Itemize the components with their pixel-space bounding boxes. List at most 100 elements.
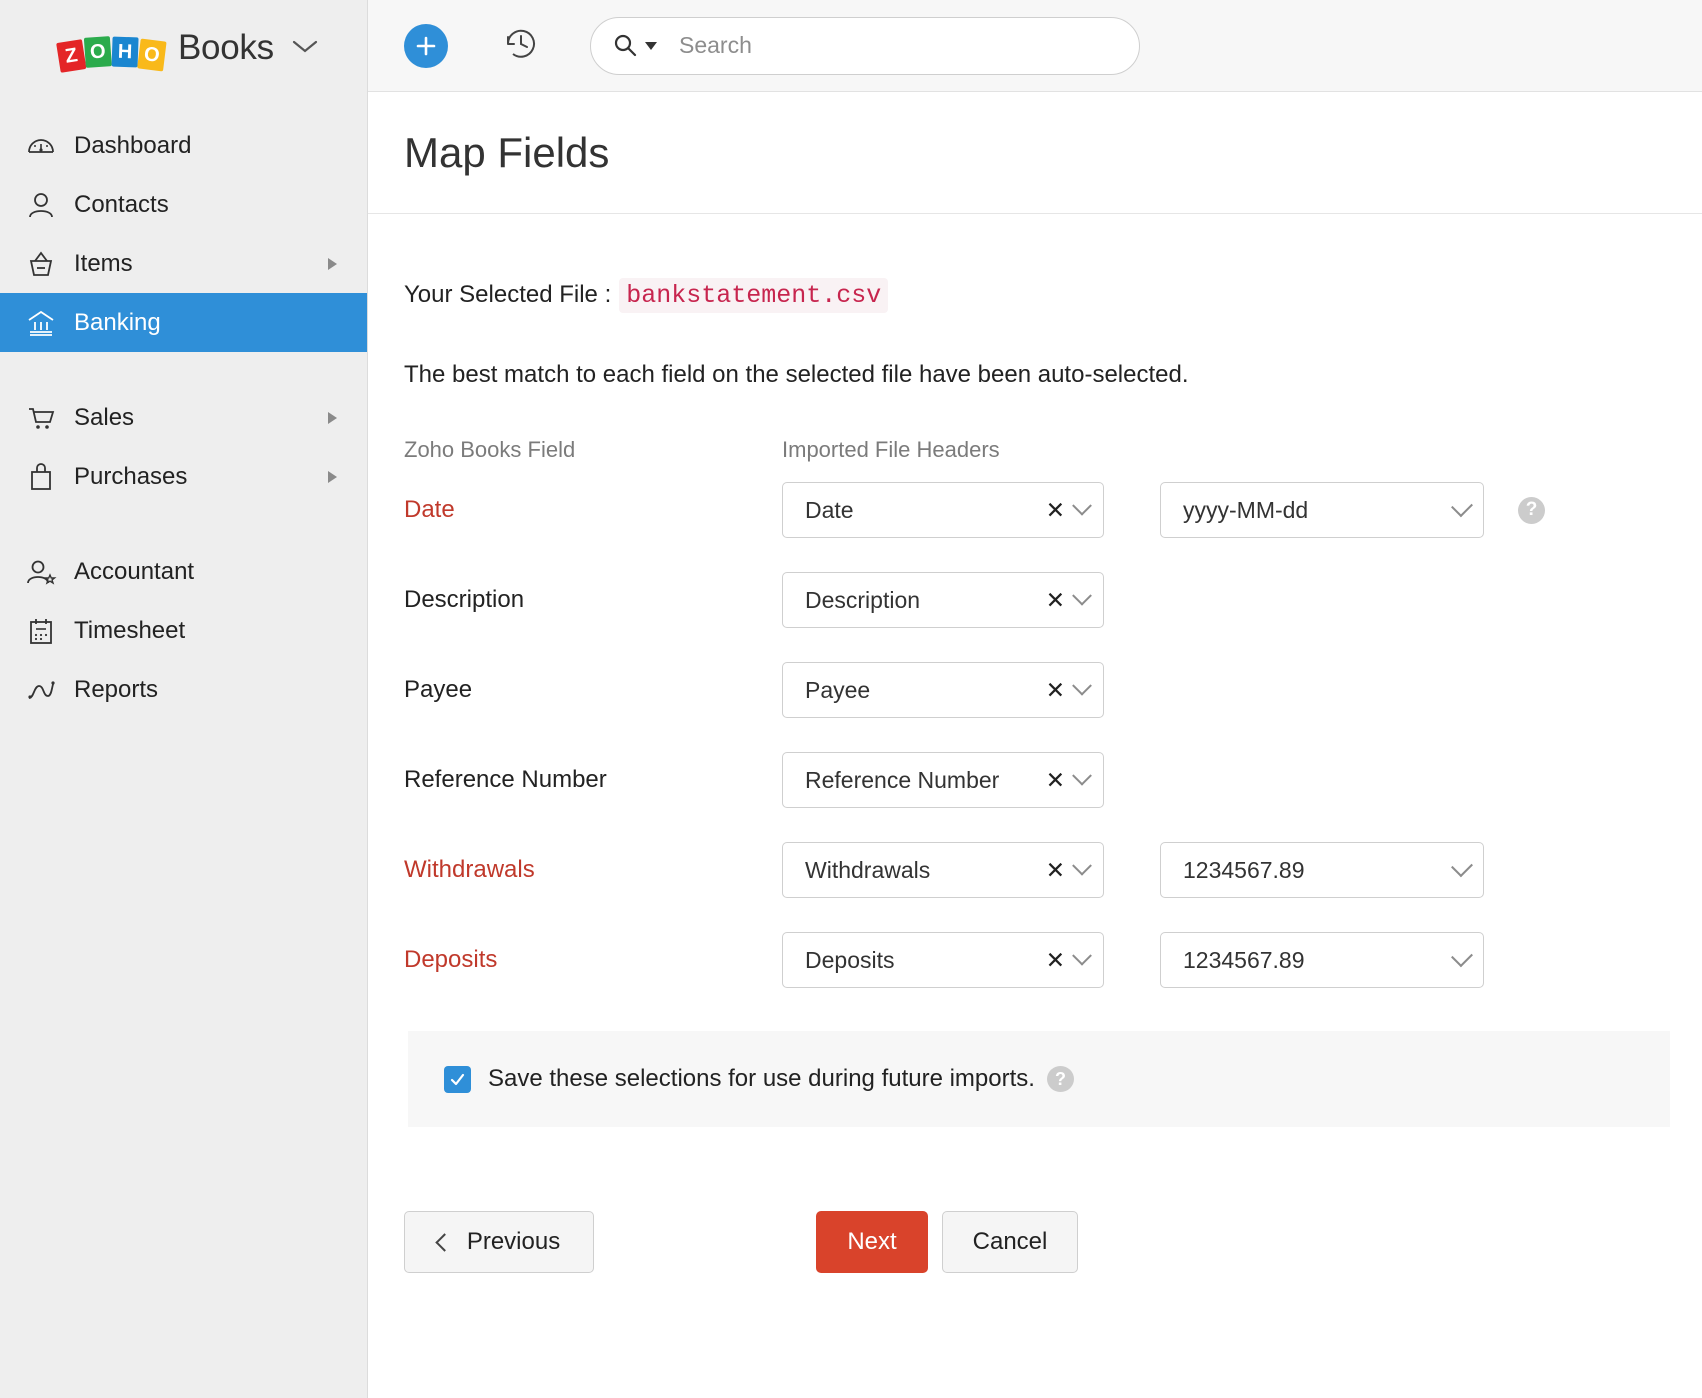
calendar-icon [24,614,58,648]
field-label: Date [404,496,455,523]
person-star-icon [24,555,58,589]
header-select-value: Withdrawals [805,857,1046,884]
mapping-row-description: Description Description ✕ [404,557,1702,643]
bag-icon [24,460,58,494]
mapping-row-date: Date Date ✕ yyyy-MM-dd ? [404,467,1702,553]
sidebar-item-label: Items [74,250,133,278]
close-x-icon[interactable]: ✕ [1046,589,1065,612]
selected-file-line: Your Selected File : bankstatement.csv [404,278,1702,313]
header-select-value: Deposits [805,947,1046,974]
sidebar-item-timesheet[interactable]: Timesheet [0,601,367,660]
sidebar-divider-gap-2 [0,506,367,542]
sidebar-item-purchases[interactable]: Purchases [0,447,367,506]
previous-button-label: Previous [467,1228,560,1256]
global-search[interactable] [590,17,1140,75]
previous-button[interactable]: Previous [404,1211,594,1273]
chevron-down-icon [1072,766,1092,786]
page-header: Map Fields [368,92,1702,214]
sidebar-item-items[interactable]: Items [0,234,367,293]
brand-name: Books [178,28,274,68]
column-header-zoho-field: Zoho Books Field [404,437,782,463]
chevron-right-icon [328,471,337,483]
chart-line-icon [24,673,58,707]
sidebar-item-reports[interactable]: Reports [0,660,367,719]
format-select-value: yyyy-MM-dd [1183,497,1455,524]
help-circle-icon[interactable]: ? [1047,1066,1074,1092]
header-select-description[interactable]: Description ✕ [782,572,1104,628]
save-selections-checkbox[interactable] [444,1066,471,1093]
sidebar-item-accountant[interactable]: Accountant [0,542,367,601]
caret-down-icon[interactable] [645,42,657,50]
field-label: Payee [404,676,472,703]
format-select-value: 1234567.89 [1183,947,1455,974]
sidebar-item-contacts[interactable]: Contacts [0,175,367,234]
save-selections-band: Save these selections for use during fut… [408,1031,1670,1127]
sidebar-item-label: Reports [74,676,158,704]
sidebar-item-label: Purchases [74,463,187,491]
header-select-value: Payee [805,677,1046,704]
header-select-reference-number[interactable]: Reference Number ✕ [782,752,1104,808]
next-button[interactable]: Next [816,1211,928,1273]
header-select-date[interactable]: Date ✕ [782,482,1104,538]
format-select-withdrawals[interactable]: 1234567.89 [1160,842,1484,898]
close-x-icon[interactable]: ✕ [1046,769,1065,792]
selected-file-label: Your Selected File : [404,281,611,309]
cart-icon [24,401,58,435]
close-x-icon[interactable]: ✕ [1046,949,1065,972]
cancel-button[interactable]: Cancel [942,1211,1078,1273]
zoho-logo-block-z: Z [56,39,86,73]
clock-history-icon [500,22,542,69]
chevron-down-icon [1072,496,1092,516]
field-label: Withdrawals [404,856,535,883]
sidebar-item-label: Contacts [74,191,169,219]
header-select-payee[interactable]: Payee ✕ [782,662,1104,718]
page-title: Map Fields [404,129,609,177]
sidebar-divider-gap [0,352,367,388]
zoho-logo-block-o2: O [137,39,166,72]
sidebar-item-label: Dashboard [74,132,191,160]
instruction-text: The best match to each field on the sele… [404,361,1702,389]
sidebar-item-banking[interactable]: Banking [0,293,367,352]
brand-logo[interactable]: Z O H O Books [0,0,367,96]
header-select-value: Date [805,497,1046,524]
chevron-down-icon [1072,856,1092,876]
help-circle-icon[interactable]: ? [1518,497,1545,524]
close-x-icon[interactable]: ✕ [1046,499,1065,522]
add-new-button[interactable] [404,24,448,68]
sidebar-item-label: Sales [74,404,134,432]
sidebar-item-dashboard[interactable]: Dashboard [0,116,367,175]
field-label: Reference Number [404,766,607,793]
chevron-left-icon [435,1233,453,1251]
mapping-row-payee: Payee Payee ✕ [404,647,1702,733]
chevron-down-icon[interactable] [292,38,318,58]
search-icon [613,33,638,58]
zoho-logo-icon: Z O H O [58,27,166,69]
zoho-logo-block-o1: O [84,36,112,68]
header-select-value: Reference Number [805,767,1046,794]
recent-activity-button[interactable] [498,23,544,69]
mapping-row-deposits: Deposits Deposits ✕ 1234567.89 [404,917,1702,1003]
field-label: Description [404,586,524,613]
column-header-imported-headers: Imported File Headers [782,437,1160,463]
sidebar-item-label: Accountant [74,558,194,586]
main-area: Map Fields Your Selected File : bankstat… [368,0,1702,1398]
app-root: Z O H O Books Dashboard Contacts [0,0,1702,1398]
chevron-down-icon [1072,586,1092,606]
header-select-deposits[interactable]: Deposits ✕ [782,932,1104,988]
header-select-value: Description [805,587,1046,614]
chevron-right-icon [328,258,337,270]
basket-icon [24,247,58,281]
plus-icon [414,34,438,58]
gauge-icon [24,129,58,163]
format-select-deposits[interactable]: 1234567.89 [1160,932,1484,988]
zoho-logo-block-h: H [112,37,139,68]
close-x-icon[interactable]: ✕ [1046,859,1065,882]
header-select-withdrawals[interactable]: Withdrawals ✕ [782,842,1104,898]
sidebar: Z O H O Books Dashboard Contacts [0,0,368,1398]
top-toolbar [368,0,1702,92]
sidebar-item-sales[interactable]: Sales [0,388,367,447]
mapping-row-withdrawals: Withdrawals Withdrawals ✕ 1234567.89 [404,827,1702,913]
format-select-date[interactable]: yyyy-MM-dd [1160,482,1484,538]
search-input[interactable] [679,32,1079,59]
close-x-icon[interactable]: ✕ [1046,679,1065,702]
